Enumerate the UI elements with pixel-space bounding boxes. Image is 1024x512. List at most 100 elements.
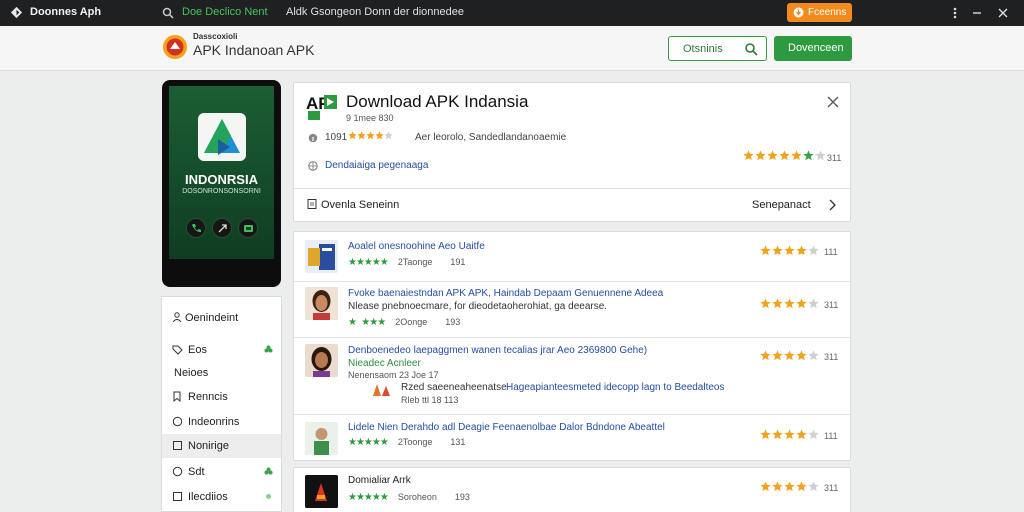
star-icon (375, 131, 384, 140)
menu-item-neioes[interactable]: Neioes (162, 361, 281, 385)
list-item-title: Domialiar Arrk (348, 475, 411, 486)
list-item-rating (760, 481, 820, 495)
close-icon[interactable] (827, 96, 839, 108)
list-item-title: Aoalel onesnoohine Aeo Uaitfe (348, 241, 485, 252)
address-bar[interactable]: Doe Declico Nent Aldk Gsongeon Donn der … (156, 3, 776, 23)
star-icon (796, 429, 807, 440)
avatar-icon (305, 287, 338, 320)
app-detail-card: AP Download APK Indansia 9 1mee 830 1091… (293, 82, 851, 222)
app-thumbnail-icon (305, 475, 338, 508)
close-window-icon[interactable] (996, 6, 1010, 20)
next-label[interactable]: Senepanact (752, 199, 811, 211)
search-button[interactable]: Otsninis (668, 36, 767, 61)
menu-item-sdt[interactable]: Sdt (162, 460, 281, 484)
document-icon (307, 199, 317, 209)
store-icon (244, 225, 253, 232)
app-title: Download APK Indansia (346, 92, 529, 111)
menu-item-ilecdiios[interactable]: Ilecdiios (162, 485, 281, 509)
list-item-extra-link[interactable]: Hageapianteesmeted idecopp lagn to Beeda… (506, 382, 725, 393)
list-item[interactable]: Aoalel onesnoohine Aeo Uaitfe ★★★★★ 2Taon… (294, 232, 850, 282)
star-icon (366, 131, 375, 140)
list-item-title: Lidele Nien Derahdo adl Deagie Feenaenol… (348, 422, 665, 433)
list-item-rating-count: 311 (824, 352, 839, 362)
divider (294, 188, 850, 189)
app-logo-icon (10, 6, 23, 19)
list-item-subtitle: Nieadec Acnleer (348, 358, 421, 369)
menu-item-label: Nonirige (188, 440, 229, 452)
list-item-date: 2Oonge (395, 317, 428, 327)
star-icon (808, 350, 819, 361)
user-icon (172, 312, 182, 322)
clover-icon (264, 345, 273, 353)
search-icon (745, 43, 758, 56)
menu-item-label: Indeonrins (188, 416, 240, 428)
rating-text: Aer leorolo, Sandedlandanoaemie (415, 132, 567, 143)
overview-link[interactable]: Ovenla Seneinn (307, 199, 399, 211)
app-thumbnail (305, 475, 338, 508)
tag-icon (172, 345, 183, 355)
rating-stars (348, 131, 393, 143)
list-item[interactable]: Lidele Nien Derahdo adl Deagie Feenaenol… (294, 415, 850, 462)
menu-item-nonirige[interactable]: Nonirige (162, 434, 281, 458)
phone-mockup: INDONRSIA DOSONRONSONSORNI (162, 80, 281, 287)
star-icon (772, 429, 783, 440)
site-header: Dasscoxioli APK Indanoan APK Otsninis Do… (0, 26, 1024, 71)
menu-item-label: Sdt (188, 466, 205, 478)
star-icon (348, 131, 357, 140)
app-list-continued: Domialiar Arrk ★★★★★ Soroheon 193 311 (293, 467, 851, 512)
app-link[interactable]: Dendaiaiga pegenaaga (308, 160, 508, 174)
star-icon (784, 298, 795, 309)
app-thumbnail (305, 344, 338, 377)
star-icon (760, 481, 771, 492)
download-header-button[interactable]: Dovenceen (774, 36, 852, 61)
list-item-extra: Rzed saeeneaheenatse (401, 382, 507, 393)
browser-action-button[interactable]: Fceenns (787, 3, 852, 22)
star-icon (760, 245, 771, 256)
list-item-date: Soroheon (397, 492, 437, 502)
list-item-count: 191 (450, 257, 466, 267)
menu-item-renncis[interactable]: Renncis (162, 385, 281, 409)
star-icon (784, 429, 795, 440)
globe-icon (308, 161, 318, 171)
minimize-icon[interactable] (970, 6, 984, 20)
list-item-title: Fvoke baenaiestndan APK APK, Haindab Dep… (348, 288, 664, 299)
list-item-rating (760, 350, 820, 364)
menu-dots-icon[interactable] (948, 6, 962, 20)
phone-store-button[interactable] (238, 218, 258, 238)
circle-icon (172, 416, 183, 427)
brand-title[interactable]: APK Indanoan APK (193, 42, 314, 58)
search-icon (162, 7, 174, 19)
list-item-date: 2Toonge (397, 437, 433, 447)
star-icon (815, 150, 826, 161)
avatar-icon (305, 422, 338, 455)
list-item[interactable]: Denboenedeo laepaggmen wanen tecalias jr… (294, 338, 850, 415)
app-thumbnail (305, 422, 338, 455)
list-item[interactable]: Fvoke baenaiestndan APK APK, Haindab Dep… (294, 282, 850, 338)
app-thumbnail (305, 287, 338, 320)
star-icon (779, 150, 790, 161)
brand-small-text: Dasscoxioli (193, 32, 238, 41)
phone-share-button[interactable] (212, 218, 232, 238)
menu-heading: Oenindeint (172, 312, 238, 324)
phone-call-button[interactable] (186, 218, 206, 238)
apk-logo-icon: AP (306, 94, 337, 120)
menu-item-eos[interactable]: Eos (162, 338, 281, 362)
star-icon (803, 150, 814, 161)
menu-heading-label: Oenindeint (185, 312, 239, 324)
menu-item-indeonrins[interactable]: Indeonrins (162, 410, 281, 434)
app-subtitle: 9 1mee 830 (346, 113, 394, 123)
list-item-rating (760, 429, 820, 443)
phone-screen: INDONRSIA DOSONRONSONSORNI (169, 86, 274, 259)
star-icon (755, 150, 766, 161)
star-icon (784, 481, 795, 492)
chevron-right-icon[interactable] (827, 199, 837, 211)
browser-bar: Doonnes Aph Doe Declico Nent Aldk Gsonge… (0, 0, 1024, 26)
star-icon (357, 131, 366, 140)
url-highlight: Doe Declico Nent (182, 6, 268, 18)
square-icon (173, 492, 182, 501)
list-item-meta: ★ ★★★ 2Oonge 193 (348, 317, 460, 328)
menu-item-label: Eos (188, 344, 207, 356)
green-stars: ★★★★★ (348, 257, 389, 268)
flame-badge-icon (373, 384, 390, 396)
list-item[interactable]: Domialiar Arrk ★★★★★ Soroheon 193 311 (294, 468, 850, 512)
